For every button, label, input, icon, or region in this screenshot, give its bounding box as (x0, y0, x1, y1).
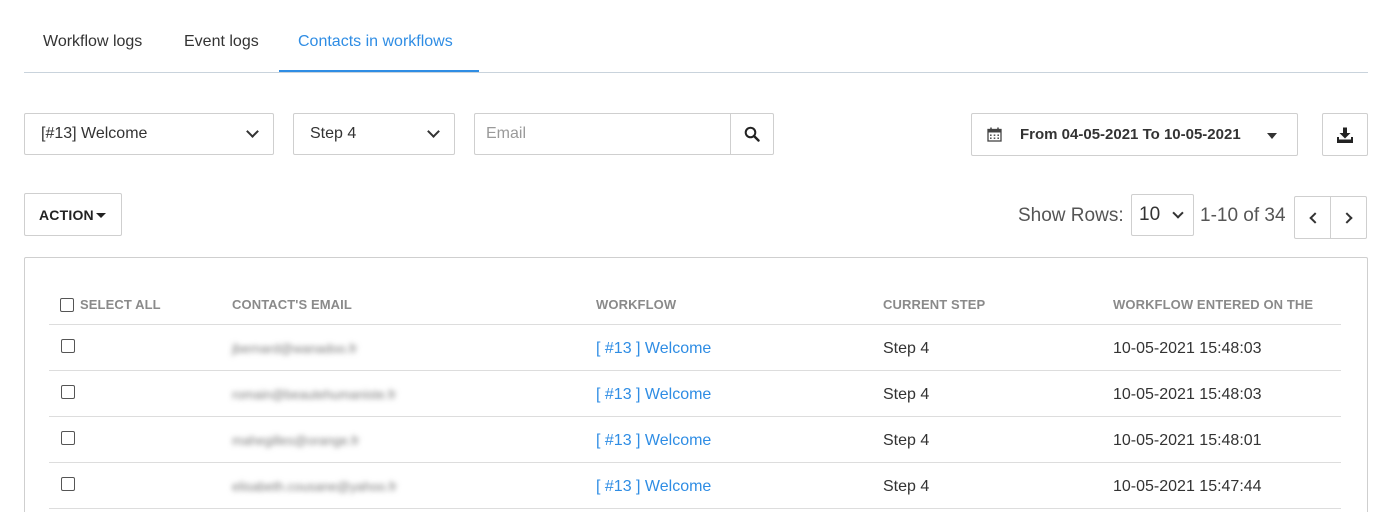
tab-event-logs[interactable]: Event logs (184, 33, 259, 51)
chevron-down-icon (1172, 206, 1184, 219)
search-icon (744, 126, 760, 142)
previous-page-button[interactable] (1294, 196, 1331, 239)
rows-per-page-value: 10 (1139, 204, 1161, 225)
row-divider (49, 416, 1341, 417)
chevron-right-icon (1340, 211, 1353, 224)
caret-down-icon (1267, 133, 1277, 139)
chevron-down-icon (246, 125, 259, 138)
entered-on: 10-05-2021 15:48:03 (1113, 340, 1262, 357)
step-select-value: Step 4 (310, 125, 357, 142)
step-select[interactable]: Step 4 (293, 113, 455, 155)
entered-on: 10-05-2021 15:48:03 (1113, 386, 1262, 403)
workflow-link[interactable]: [ #13 ] Welcome (596, 340, 711, 358)
header-entered-on: WORKFLOW ENTERED ON THE (1113, 297, 1314, 312)
row-checkbox[interactable] (61, 477, 75, 491)
contact-email: elisabeth.cousane@yahoo.fr (232, 479, 397, 494)
header-select-all: SELECT ALL (80, 297, 161, 312)
workflow-link[interactable]: [ #13 ] Welcome (596, 432, 711, 450)
chevron-down-icon (427, 125, 440, 138)
action-label: ACTION (39, 206, 94, 223)
entered-on: 10-05-2021 15:48:01 (1113, 432, 1262, 449)
row-divider (49, 370, 1341, 371)
current-step: Step 4 (883, 478, 930, 495)
row-checkbox[interactable] (61, 385, 75, 399)
current-step: Step 4 (883, 386, 930, 403)
email-search-input[interactable] (474, 113, 731, 155)
search-button[interactable] (730, 113, 774, 155)
workflow-select-value: [#13] Welcome (41, 125, 148, 142)
active-tab-indicator (279, 70, 479, 72)
download-icon (1337, 127, 1353, 143)
tab-bar: Workflow logs Event logs Contacts in wor… (24, 0, 1368, 73)
action-dropdown-button[interactable]: ACTION (24, 193, 122, 236)
contact-email: romain@beautehumaniste.fr (232, 387, 397, 402)
next-page-button[interactable] (1330, 196, 1367, 239)
workflow-link[interactable]: [ #13 ] Welcome (596, 478, 711, 496)
current-step: Step 4 (883, 340, 930, 357)
contact-email: jbernard@wanadoo.fr (232, 341, 358, 356)
download-button[interactable] (1322, 113, 1368, 156)
rows-per-page-select[interactable]: 10 (1131, 194, 1194, 236)
contact-email: mahegilles@orange.fr (232, 433, 360, 448)
tab-workflow-logs[interactable]: Workflow logs (43, 33, 142, 51)
row-checkbox[interactable] (61, 339, 75, 353)
header-workflow: WORKFLOW (596, 297, 677, 312)
calendar-icon (987, 127, 1002, 142)
row-divider (49, 508, 1341, 509)
chevron-left-icon (1308, 211, 1321, 224)
pagination-range: 1-10 of 34 (1200, 205, 1286, 226)
header-contact-email: CONTACT'S EMAIL (232, 297, 352, 312)
workflow-select[interactable]: [#13] Welcome (24, 113, 274, 155)
select-all-checkbox[interactable] (60, 298, 74, 312)
date-range-label: From 04-05-2021 To 10-05-2021 (1020, 126, 1241, 143)
row-divider (49, 462, 1341, 463)
row-checkbox[interactable] (61, 431, 75, 445)
show-rows-label: Show Rows: (1018, 205, 1124, 226)
caret-down-icon (95, 213, 106, 218)
tab-contacts-in-workflows[interactable]: Contacts in workflows (298, 33, 453, 51)
contacts-table-panel (24, 257, 1368, 512)
workflow-link[interactable]: [ #13 ] Welcome (596, 386, 711, 404)
row-divider (49, 324, 1341, 325)
current-step: Step 4 (883, 432, 930, 449)
entered-on: 10-05-2021 15:47:44 (1113, 478, 1262, 495)
date-range-picker[interactable]: From 04-05-2021 To 10-05-2021 (971, 113, 1298, 156)
header-current-step: CURRENT STEP (883, 297, 986, 312)
